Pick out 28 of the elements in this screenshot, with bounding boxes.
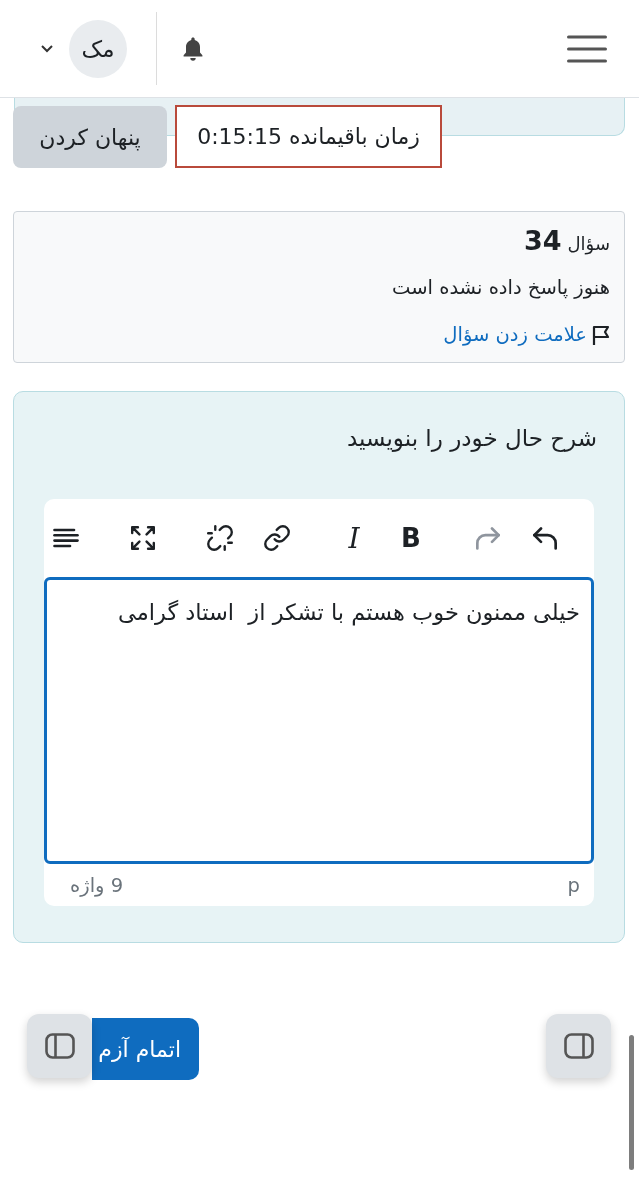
question-status: هنوز پاسخ داده نشده است	[391, 275, 610, 301]
panel-left-icon	[44, 1033, 75, 1059]
panel-right-icon	[563, 1033, 594, 1059]
align-left-icon[interactable]	[53, 528, 79, 548]
link-icon[interactable]	[264, 525, 290, 551]
scrollbar-thumb[interactable]	[629, 1035, 634, 1170]
flag-question-link[interactable]: علامت زدن سؤال	[443, 321, 587, 349]
finish-attempt-button[interactable]: اتمام آزم	[92, 1018, 199, 1080]
bell-icon[interactable]	[181, 35, 205, 62]
user-avatar[interactable]: مک	[69, 19, 127, 78]
hide-timer-button[interactable]: پنهان کردن	[13, 106, 167, 168]
flag-icon[interactable]	[592, 324, 610, 346]
question-number: 34	[523, 224, 562, 258]
question-label: سؤال	[567, 232, 610, 257]
element-path[interactable]: p	[567, 873, 580, 897]
answer-field[interactable]: خیلی ممنون خوب هستم با تشکر از استاد گرامی	[44, 577, 594, 864]
drawer-toggle-button[interactable]	[27, 1014, 92, 1078]
menu-icon[interactable]	[567, 34, 607, 63]
caret-icon[interactable]	[41, 44, 53, 53]
word-count: 9 واژه	[70, 873, 124, 897]
question-text: شرح حال خودر را بنویسید	[345, 424, 597, 453]
undo-icon[interactable]	[533, 526, 557, 550]
italic-button[interactable]: I	[334, 518, 374, 558]
bold-button[interactable]: B	[391, 518, 431, 558]
drawer-toggle-button[interactable]	[546, 1014, 611, 1078]
fullscreen-icon[interactable]	[131, 526, 155, 550]
unlink-icon[interactable]	[207, 525, 233, 551]
time-remaining: زمان باقیمانده 0:15:15	[175, 105, 442, 168]
